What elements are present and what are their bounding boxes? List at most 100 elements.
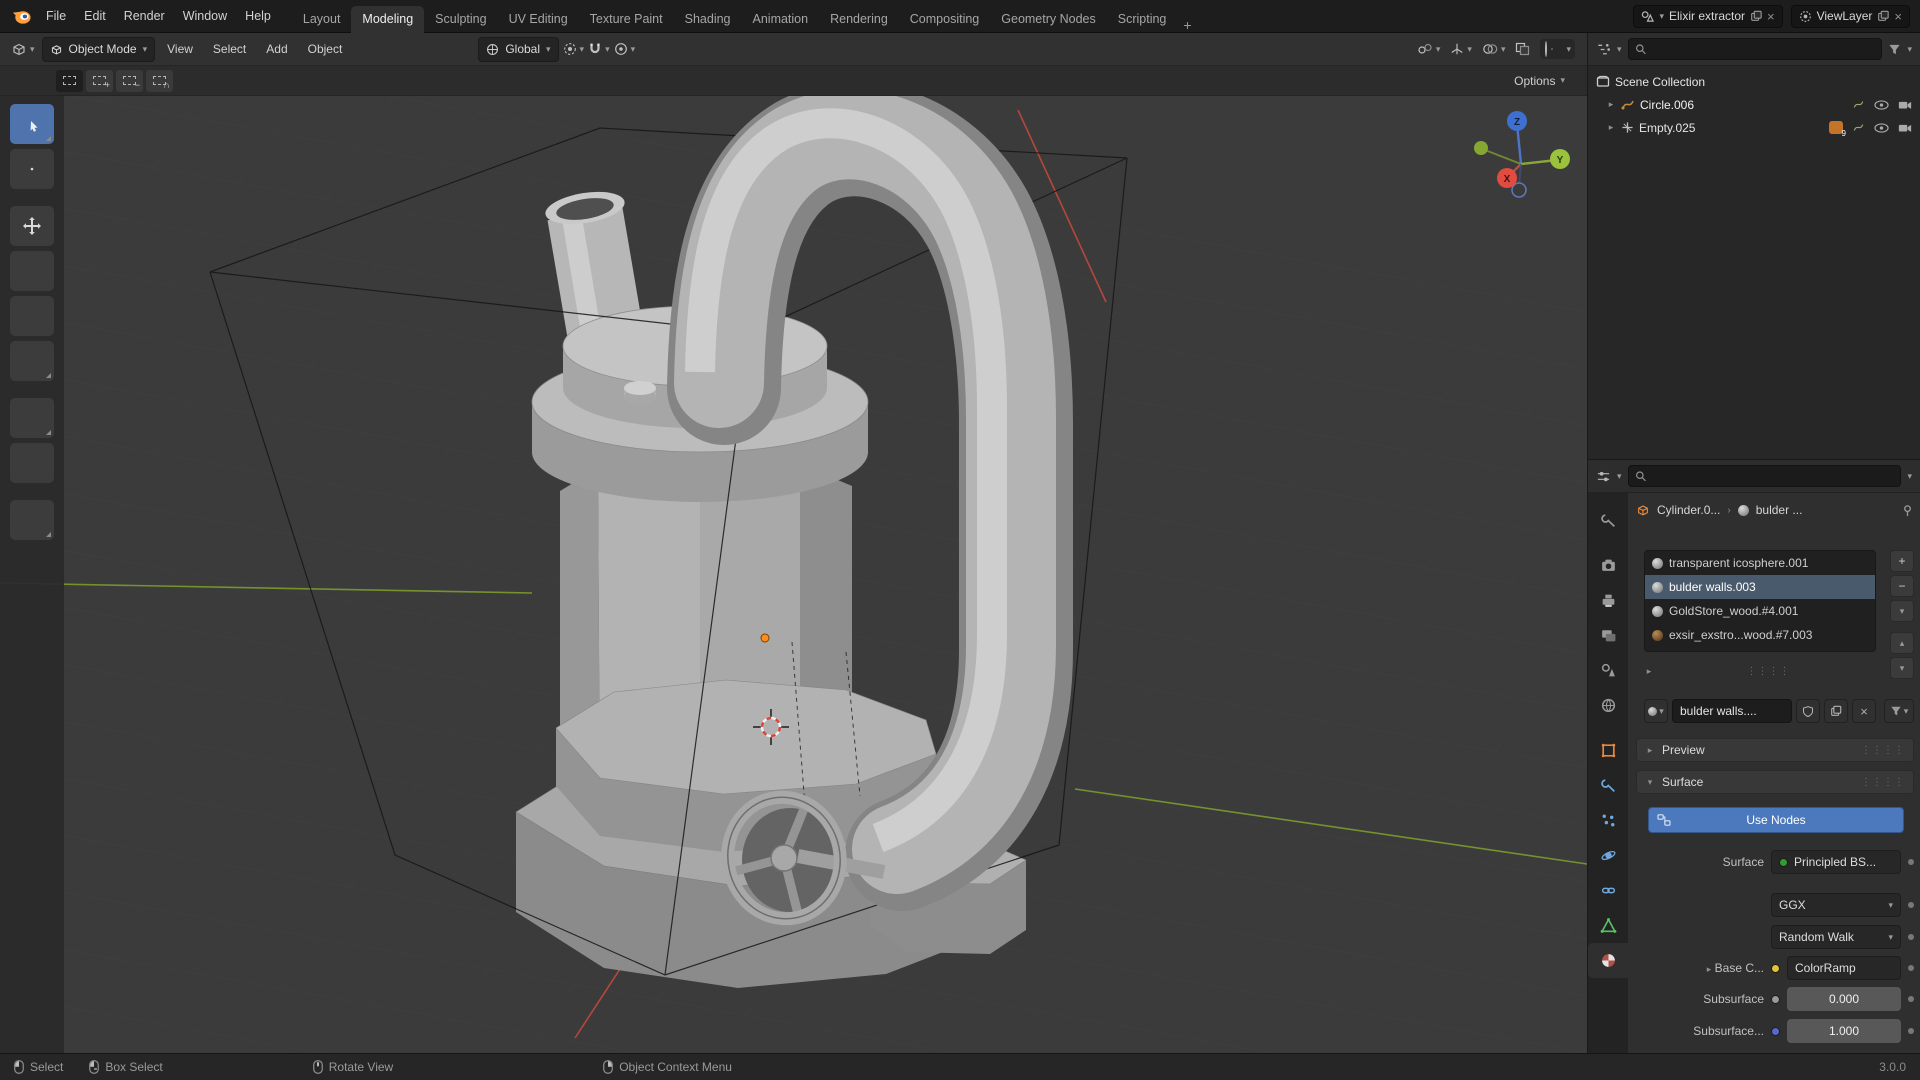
material-name-field[interactable]: bulder walls.... (1672, 699, 1792, 723)
measure-tool[interactable] (10, 443, 54, 483)
pin-icon[interactable] (1901, 504, 1914, 517)
gizmo-axis-y-negative[interactable] (1474, 141, 1488, 155)
scene-selector[interactable]: ▾ Elixir extractor × (1633, 4, 1783, 28)
animate-dot-icon[interactable] (1908, 965, 1914, 971)
menu-file[interactable]: File (37, 0, 75, 33)
menu-help[interactable]: Help (236, 0, 280, 33)
unlink-material-button[interactable]: × (1852, 699, 1876, 723)
editor-type-selector[interactable]: ▾ (8, 41, 38, 57)
breadcrumb-object[interactable]: Cylinder.0... (1657, 503, 1720, 517)
tab-render[interactable] (1588, 548, 1628, 583)
blender-logo-icon[interactable] (11, 6, 32, 27)
material-slot-specials-button[interactable]: ▾ (1890, 600, 1914, 622)
add-cube-tool[interactable] (10, 500, 54, 540)
view-layer-selector[interactable]: ViewLayer × (1790, 4, 1910, 28)
tab-modifiers[interactable] (1588, 768, 1628, 803)
grip-handle[interactable]: ⋮⋮⋮⋮ (1861, 777, 1905, 788)
menu-render[interactable]: Render (115, 0, 174, 33)
new-scene-icon[interactable] (1750, 10, 1762, 22)
animate-dot-icon[interactable] (1908, 934, 1914, 940)
properties-search-input[interactable] (1650, 469, 1895, 483)
move-slot-down-button[interactable]: ▾ (1890, 657, 1914, 679)
shading-wireframe-button[interactable] (1544, 41, 1548, 57)
subsurface2-slider[interactable]: 1.000 (1787, 1019, 1901, 1043)
outliner-editor-icon[interactable] (1596, 42, 1611, 57)
material-slot[interactable]: GoldStore_wood.#4.001 (1645, 599, 1875, 623)
select-mode-set-button[interactable] (56, 69, 83, 92)
select-mode-subtract-button[interactable]: − (116, 69, 143, 92)
grip-handle[interactable]: ⋮⋮⋮⋮ (1747, 666, 1791, 677)
shading-rendered-button[interactable] (1561, 48, 1563, 50)
rotate-tool[interactable] (10, 251, 54, 291)
tab-constraints[interactable] (1588, 873, 1628, 908)
animate-dot-icon[interactable] (1908, 996, 1914, 1002)
camera-icon[interactable] (1898, 99, 1912, 110)
menu-object[interactable]: Object (300, 42, 351, 56)
material-filter-button[interactable]: ▾ (1884, 699, 1914, 723)
surface-panel-header[interactable]: ▾ Surface ⋮⋮⋮⋮ (1636, 770, 1914, 794)
new-material-button[interactable] (1824, 699, 1848, 723)
outliner-row-empty[interactable]: ▸ Empty.025 9 (1588, 116, 1920, 139)
tab-output[interactable] (1588, 583, 1628, 618)
annotate-tool[interactable] (10, 398, 54, 438)
tab-tool[interactable] (1588, 503, 1628, 538)
add-workspace-button[interactable]: + (1177, 17, 1197, 33)
browse-material-button[interactable]: ▾ (1644, 699, 1668, 723)
xray-toggle[interactable] (1515, 42, 1530, 56)
select-mode-intersect-button[interactable]: ∩ (146, 69, 173, 92)
select-box-tool[interactable] (10, 104, 54, 144)
3d-viewport[interactable]: Z Y X (0, 96, 1587, 1053)
tab-animation[interactable]: Animation (742, 6, 820, 33)
tab-scene[interactable] (1588, 653, 1628, 688)
object-types-visibility-dropdown[interactable]: ▾ (1417, 42, 1440, 56)
expand-icon[interactable]: ▸ (1606, 122, 1616, 133)
tab-geometry-nodes[interactable]: Geometry Nodes (990, 6, 1106, 33)
viewport-scene[interactable] (0, 96, 1587, 1053)
material-slot-selected[interactable]: bulder walls.003 (1645, 575, 1875, 599)
tab-particles[interactable] (1588, 803, 1628, 838)
tab-rendering[interactable]: Rendering (819, 6, 899, 33)
material-slot[interactable]: transparent icosphere.001 (1645, 551, 1875, 575)
menu-view[interactable]: View (159, 42, 201, 56)
outliner-row-circle[interactable]: ▸ Circle.006 (1588, 93, 1920, 116)
animate-dot-icon[interactable] (1908, 1028, 1914, 1034)
expand-icon[interactable]: ▸ (1644, 666, 1654, 677)
subsurface-method-dropdown[interactable]: Random Walk ▾ (1771, 925, 1901, 949)
unlink-scene-icon[interactable]: × (1767, 10, 1775, 23)
tab-material[interactable] (1588, 943, 1628, 978)
eye-icon[interactable] (1874, 99, 1889, 110)
distribution-dropdown[interactable]: GGX ▾ (1771, 893, 1901, 917)
breadcrumb-material[interactable]: bulder ... (1756, 503, 1803, 517)
proportional-editing-toggle[interactable]: ▾ (614, 42, 635, 56)
tab-texture-paint[interactable]: Texture Paint (579, 6, 674, 33)
tab-physics[interactable] (1588, 838, 1628, 873)
outliner-search[interactable] (1627, 38, 1883, 60)
outliner-row-scene-collection[interactable]: Scene Collection (1588, 70, 1920, 93)
properties-search[interactable] (1627, 465, 1902, 487)
tab-sculpting[interactable]: Sculpting (424, 6, 497, 33)
move-tool[interactable] (10, 206, 54, 246)
expand-icon[interactable]: ▸ (1707, 964, 1712, 974)
tab-object[interactable] (1588, 733, 1628, 768)
move-slot-up-button[interactable]: ▴ (1890, 632, 1914, 654)
snapping-dropdown[interactable]: ▾ (588, 42, 610, 56)
scale-tool[interactable] (10, 296, 54, 336)
cursor-tool[interactable] (10, 149, 54, 189)
menu-add[interactable]: Add (258, 42, 295, 56)
preview-panel-header[interactable]: ▸ Preview ⋮⋮⋮⋮ (1636, 738, 1914, 762)
navigation-gizmo[interactable]: Z Y X (1459, 102, 1583, 226)
select-mode-extend-button[interactable]: + (86, 69, 113, 92)
remove-view-layer-icon[interactable]: × (1894, 10, 1902, 23)
subsurface-slider[interactable]: 0.000 (1787, 987, 1901, 1011)
transform-orientation-dropdown[interactable]: Global ▾ (478, 36, 559, 62)
shading-solid-button[interactable] (1551, 48, 1554, 50)
surface-shader-selector[interactable]: Principled BS... (1771, 850, 1901, 874)
outliner-search-input[interactable] (1650, 42, 1876, 56)
expand-icon[interactable]: ▸ (1606, 99, 1616, 110)
properties-editor-icon[interactable] (1596, 469, 1611, 484)
base-color-node-selector[interactable]: ColorRamp (1787, 956, 1901, 980)
copy-view-layer-icon[interactable] (1877, 10, 1890, 22)
tab-world[interactable] (1588, 688, 1628, 723)
menu-select[interactable]: Select (205, 42, 254, 56)
overlays-dropdown[interactable]: ▾ (1482, 42, 1505, 56)
